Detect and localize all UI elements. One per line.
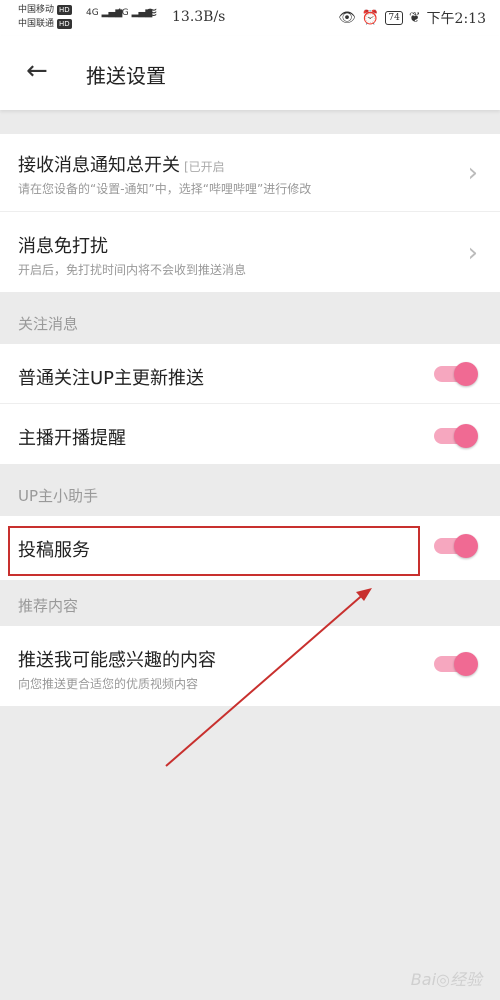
hd-badge: HD — [57, 5, 72, 15]
follow-up-row: 普通关注UP主更新推送 — [0, 344, 500, 404]
chevron-right-icon: › — [467, 238, 478, 268]
battery-icon: 74 — [385, 11, 403, 25]
section-header-recommend: 推荐内容 — [18, 597, 79, 615]
live-alert-toggle[interactable] — [434, 424, 478, 448]
network-speed: 13.3B/s — [172, 9, 226, 25]
status-right: 👁 ⏰ 74 ❦ 下午2:13 — [338, 8, 486, 28]
row-description: 开启后，免打扰时间内将不会收到推送消息 — [18, 263, 247, 277]
carrier-info: 中国移动 HD 中国联通 HD — [18, 3, 72, 31]
section-header-up-helper: UP主小助手 — [18, 487, 99, 505]
row-label: 推送我可能感兴趣的内容 — [18, 650, 216, 671]
dnd-row[interactable]: 消息免打扰 开启后，免打扰时间内将不会收到推送消息 › — [0, 212, 500, 292]
row-description: 请在您设备的“设置-通知”中，选择“哔哩哔哩”进行修改 — [18, 182, 312, 196]
alarm-icon: ⏰ — [361, 10, 380, 26]
carrier-1: 中国移动 — [18, 5, 55, 15]
app-header: ← 推送设置 — [0, 36, 500, 110]
live-alert-row: 主播开播提醒 — [0, 404, 500, 464]
interest-toggle[interactable] — [434, 652, 478, 676]
submission-toggle[interactable] — [434, 534, 478, 558]
interest-row: 推送我可能感兴趣的内容 向您推送更合适您的优质视频内容 — [0, 626, 500, 706]
section-header-follow: 关注消息 — [18, 315, 79, 333]
wifi-icon: ≋ — [146, 5, 158, 21]
row-description: 向您推送更合适您的优质视频内容 — [18, 677, 199, 691]
carrier-2: 中国联通 — [18, 19, 55, 29]
hd-badge: HD — [57, 19, 72, 29]
watermark-logo: Bai◎经验 — [410, 970, 482, 989]
submission-row: 投稿服务 — [0, 516, 500, 580]
leaf-icon: ❦ — [408, 10, 421, 26]
row-label: 投稿服务 — [18, 540, 90, 561]
status-badge: [已开启 — [184, 160, 225, 174]
row-label: 主播开播提醒 — [18, 428, 126, 449]
row-label: 消息免打扰 — [18, 236, 108, 257]
row-label: 普通关注UP主更新推送 — [18, 368, 205, 389]
follow-up-toggle[interactable] — [434, 362, 478, 386]
page-title: 推送设置 — [86, 64, 166, 88]
master-switch-row[interactable]: 接收消息通知总开关 [已开启 请在您设备的“设置-通知”中，选择“哔哩哔哩”进行修… — [0, 134, 500, 212]
eye-icon: 👁 — [338, 10, 356, 26]
status-bar: 中国移动 HD 中国联通 HD 4G ▂▄▆ 4G ▂▄▆ ≋ 13.3B/s 👁 … — [0, 0, 500, 36]
row-label: 接收消息通知总开关 [已开启 — [18, 155, 225, 176]
clock-time: 下午2:13 — [426, 11, 486, 27]
arrow-left-icon[interactable]: ← — [26, 58, 48, 84]
chevron-right-icon: › — [467, 158, 478, 188]
